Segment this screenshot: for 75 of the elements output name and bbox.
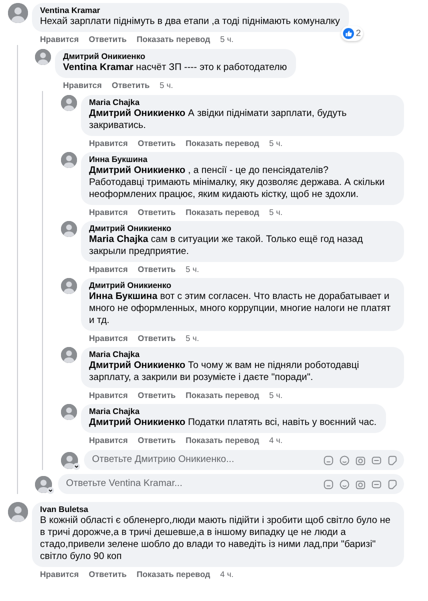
timestamp[interactable]: 5 ч.	[269, 139, 283, 149]
avatar-icon[interactable]	[61, 404, 77, 420]
comment-text: Дмитрий Оникиенко , а пенсії - це до пенсіядателів? Работодавці тримають мінімалку, яку дозволяє держава. А скільки неоформлених працює, яким кидають кістку, щоб не здохли.	[89, 165, 386, 201]
action-link[interactable]: Нравится	[63, 81, 102, 91]
like-icon	[342, 28, 354, 39]
action-link[interactable]: Показать перевод	[186, 391, 260, 401]
author-name[interactable]: Maria Chajka	[89, 98, 395, 108]
action-link[interactable]: Нравится	[89, 208, 128, 218]
smiley-icon[interactable]	[339, 478, 350, 490]
action-link[interactable]: Показать перевод	[186, 208, 260, 218]
avatar-icon[interactable]	[8, 3, 28, 23]
author-name[interactable]: Инна Букшина	[89, 155, 395, 165]
action-link[interactable]: Ответить	[112, 81, 150, 91]
sticker-icon[interactable]	[387, 454, 398, 466]
reply-field-box[interactable]: Ответьте Дмитрию Оникиенко...	[84, 450, 404, 470]
action-link[interactable]: Ответить	[138, 265, 176, 275]
reply-field-box[interactable]: Ответьте Ventina Kramar...	[58, 474, 404, 494]
comment-text: Нехай зарплати піднімуть в два етапи ,а тоді піднімають комуналку	[40, 16, 340, 28]
avatar-icon[interactable]	[61, 95, 77, 111]
author-name[interactable]: Maria Chajka	[89, 350, 395, 360]
author-name[interactable]: Ventina Kramar	[40, 6, 340, 16]
author-name[interactable]: Дмитрий Оникиенко	[89, 224, 395, 234]
timestamp[interactable]: 5 ч.	[186, 334, 199, 344]
sticker-icon[interactable]	[387, 478, 398, 490]
action-link[interactable]: Ответить	[88, 35, 127, 45]
action-link[interactable]: Нравится	[89, 139, 128, 149]
camera-icon[interactable]	[355, 454, 366, 466]
comment-text: В кожній області є обленерго,люди мають підійти і зробити щоб світло було не в тричі дорожче,а в тричі дешевше,а в іншому випадку це не люди а стадо,привели зелене шобло до влади то наведіть із ними лад,при "баризі" світло було 90 коп	[40, 515, 392, 563]
avatar-icon[interactable]	[8, 502, 28, 522]
action-link[interactable]: Ответить	[138, 391, 176, 401]
action-link[interactable]: Ответить	[138, 436, 176, 446]
author-name[interactable]: Ivan Buletsa	[40, 505, 395, 515]
avatar-icon[interactable]	[61, 221, 77, 237]
timestamp[interactable]: 5 ч.	[186, 265, 199, 275]
author-name[interactable]: Maria Chajka	[89, 407, 377, 417]
action-link[interactable]: Ответить	[138, 208, 176, 218]
avatar-icon[interactable]	[61, 152, 77, 168]
timestamp[interactable]: 5 ч.	[269, 391, 283, 401]
avatar-icon[interactable]	[35, 49, 51, 65]
avatar-icon[interactable]	[61, 278, 77, 294]
timestamp[interactable]: 5 ч.	[220, 35, 234, 45]
timestamp[interactable]: 5 ч.	[160, 81, 173, 91]
action-link[interactable]: Нравится	[89, 391, 128, 401]
comment-text: Maria Chajka сам в ситуации же такой. Только ещё год назад закрыли предприятие.	[89, 234, 364, 258]
action-link[interactable]: Показать перевод	[136, 35, 210, 45]
chevron-icon[interactable]	[47, 486, 54, 494]
comment-text: Дмитрий Оникиенко Податки платять всі, навіть у воєнний час.	[89, 417, 377, 429]
chevron-icon[interactable]	[73, 462, 80, 470]
action-link[interactable]: Показать перевод	[136, 570, 210, 580]
timestamp[interactable]: 4 ч.	[220, 570, 234, 580]
comment-text: Дмитрий Оникиенко То чому ж вам не підняли роботодавці зарплату, а закрили ви розумієте і даєте "поради".	[89, 360, 360, 384]
action-link[interactable]: Ответить	[138, 139, 176, 149]
reaction-count-text: 2	[356, 26, 361, 40]
avatar-icon[interactable]	[61, 347, 77, 363]
author-name[interactable]: Дмитрий Оникиенко	[89, 281, 395, 291]
action-link[interactable]: Показать перевод	[186, 436, 260, 446]
comment-text: Ventina Kramar насчёт ЗП ---- это к работодателю	[63, 62, 287, 74]
timestamp[interactable]: 4 ч.	[269, 436, 283, 446]
author-name[interactable]: Дмитрий Оникиенко	[63, 52, 287, 62]
action-link[interactable]: Нравится	[89, 334, 128, 344]
action-link[interactable]: Ответить	[138, 334, 176, 344]
smiley-icon[interactable]	[339, 454, 350, 466]
action-link[interactable]: Показать перевод	[186, 139, 260, 149]
action-link[interactable]: Нравится	[40, 35, 79, 45]
timestamp[interactable]: 5 ч.	[269, 208, 283, 218]
action-link[interactable]: Ответить	[88, 570, 127, 580]
action-link[interactable]: Нравится	[89, 436, 128, 446]
reply-field[interactable]: Ответьте Дмитрию Оникиенко...	[92, 452, 318, 468]
action-link[interactable]: Нравится	[40, 570, 79, 580]
comment-text: Инна Букшина вот с этим согласен. Что власть не дорабатывает и много не оформленных, много коррупции, многие налоги не платят и тд.	[89, 291, 392, 327]
comment-text: Дмитрий Оникиенко А звідки піднімати зарплати, будуть закриватись.	[89, 108, 348, 132]
reaction-count[interactable]: 2	[340, 26, 363, 41]
reply-field[interactable]: Ответьте Ventina Kramar...	[66, 476, 318, 492]
action-link[interactable]: Нравится	[89, 265, 128, 275]
camera-icon[interactable]	[355, 478, 366, 490]
